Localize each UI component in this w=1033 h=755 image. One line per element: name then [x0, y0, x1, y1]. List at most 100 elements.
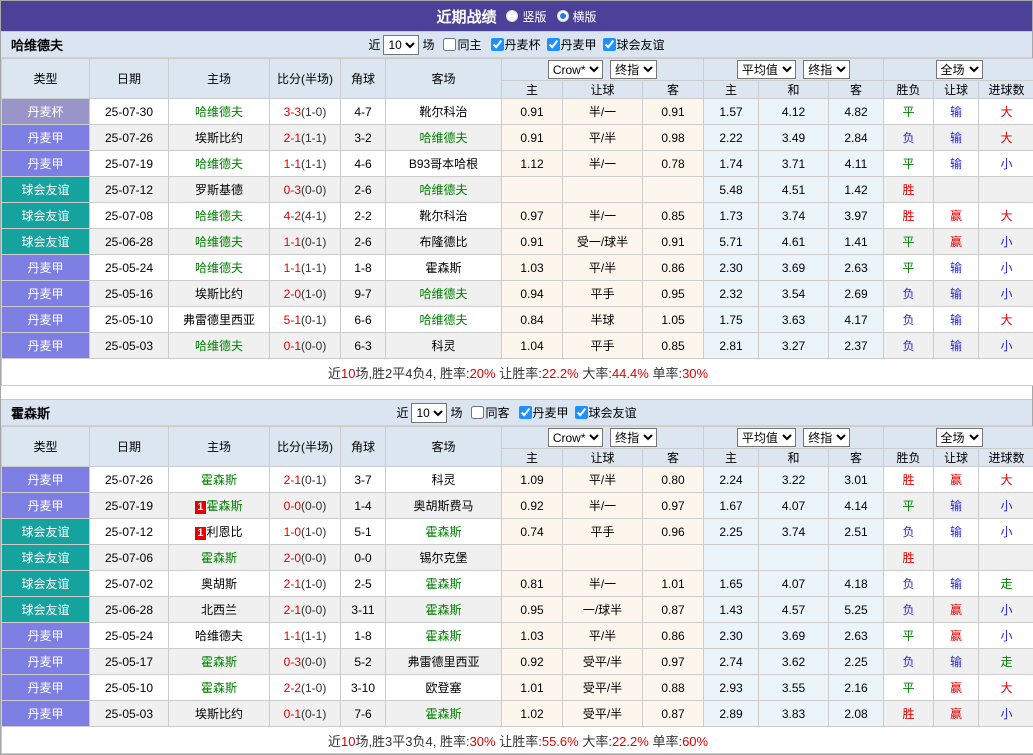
full-time-score[interactable]: 0-3 — [284, 183, 301, 197]
away-team-cell: 奥胡斯费马 — [386, 493, 502, 519]
home-team-name[interactable]: 霍森斯 — [201, 473, 237, 487]
full-time-score[interactable]: 5-1 — [284, 313, 301, 327]
away-team-name[interactable]: 霍森斯 — [425, 629, 461, 643]
home-team-name[interactable]: 北西兰 — [201, 603, 237, 617]
away-team-name[interactable]: 哈维德夫 — [419, 131, 467, 145]
home-team-cell: 霍森斯 — [169, 649, 270, 675]
league-filter[interactable]: 丹麦杯 — [485, 36, 541, 53]
layout-radio-horizontal[interactable]: 横版 — [557, 8, 597, 25]
page: 近期战绩 竖版 横版 近 10 场 同主 丹麦杯丹麦甲球会友谊 — [0, 0, 1033, 755]
league-checkbox[interactable] — [547, 38, 560, 51]
home-team-name[interactable]: 哈维德夫 — [195, 629, 243, 643]
league-checkbox[interactable] — [491, 38, 504, 51]
league-checkbox[interactable] — [575, 406, 588, 419]
same-venue-checkbox[interactable] — [443, 38, 456, 51]
away-team-name[interactable]: 欧登塞 — [425, 681, 461, 695]
home-team-name[interactable]: 霍森斯 — [201, 655, 237, 669]
away-team-name[interactable]: 锡尔克堡 — [419, 551, 467, 565]
goals-result-cell — [979, 545, 1033, 571]
away-team-name[interactable]: 哈维德夫 — [419, 183, 467, 197]
home-team-name[interactable]: 埃斯比约 — [195, 287, 243, 301]
final-odds-select-2[interactable]: 终指 — [803, 60, 850, 79]
full-time-score[interactable]: 0-1 — [284, 339, 301, 353]
same-venue-checkbox[interactable] — [471, 406, 484, 419]
crow-handicap: 半/一 — [563, 493, 643, 519]
radio-vertical-icon[interactable] — [506, 10, 518, 22]
league-checkbox[interactable] — [603, 38, 616, 51]
full-time-score[interactable]: 1-1 — [284, 235, 301, 249]
full-time-score[interactable]: 3-3 — [284, 105, 301, 119]
home-team-name[interactable]: 哈维德夫 — [195, 157, 243, 171]
away-team-name[interactable]: 科灵 — [431, 473, 455, 487]
home-team-name[interactable]: 弗雷德里西亚 — [183, 313, 255, 327]
full-time-score[interactable]: 2-1 — [284, 603, 301, 617]
home-team-name[interactable]: 利恩比 — [207, 525, 243, 539]
avg-draw-odds — [759, 545, 829, 571]
home-team-name[interactable]: 霍森斯 — [201, 551, 237, 565]
home-team-name[interactable]: 埃斯比约 — [195, 131, 243, 145]
league-filter[interactable]: 丹麦甲 — [513, 404, 569, 421]
away-team-name[interactable]: 哈维德夫 — [419, 287, 467, 301]
home-team-name[interactable]: 罗斯基德 — [195, 183, 243, 197]
home-team-name[interactable]: 霍森斯 — [201, 681, 237, 695]
full-time-score[interactable]: 1-0 — [284, 525, 301, 539]
full-time-score[interactable]: 2-0 — [284, 551, 301, 565]
away-team-name[interactable]: 霍森斯 — [425, 577, 461, 591]
score-cell: 2-1(0-1) — [270, 467, 341, 493]
away-team-cell: 锡尔克堡 — [386, 545, 502, 571]
away-team-name[interactable]: 弗雷德里西亚 — [407, 655, 479, 669]
league-filter[interactable]: 球会友谊 — [569, 404, 637, 421]
league-filter[interactable]: 球会友谊 — [597, 36, 665, 53]
away-team-name[interactable]: 霍森斯 — [425, 525, 461, 539]
full-time-score[interactable]: 1-1 — [284, 157, 301, 171]
match-count-select[interactable]: 10 — [411, 403, 447, 423]
radio-horizontal-icon[interactable] — [557, 10, 569, 22]
full-match-select[interactable]: 全场 — [936, 428, 983, 447]
final-odds-select-2[interactable]: 终指 — [803, 428, 850, 447]
home-team-name[interactable]: 埃斯比约 — [195, 707, 243, 721]
away-team-name[interactable]: 科灵 — [431, 339, 455, 353]
league-checkbox[interactable] — [519, 406, 532, 419]
away-team-name[interactable]: 霍森斯 — [425, 261, 461, 275]
average-select[interactable]: 平均值 — [737, 428, 796, 447]
home-team-name[interactable]: 哈维德夫 — [195, 339, 243, 353]
final-odds-select[interactable]: 终指 — [610, 60, 657, 79]
full-time-score[interactable]: 2-0 — [284, 287, 301, 301]
away-team-name[interactable]: 靴尔科治 — [419, 209, 467, 223]
match-count-select[interactable]: 10 — [383, 35, 419, 55]
away-team-name[interactable]: 霍森斯 — [425, 707, 461, 721]
full-match-select[interactable]: 全场 — [936, 60, 983, 79]
away-team-name[interactable]: 奥胡斯费马 — [413, 499, 473, 513]
away-team-name[interactable]: 靴尔科治 — [419, 105, 467, 119]
average-select[interactable]: 平均值 — [737, 60, 796, 79]
league-filter[interactable]: 丹麦甲 — [541, 36, 597, 53]
match-row: 丹麦甲25-05-24哈维德夫1-1(1-1)1-8霍森斯1.03平/半0.86… — [2, 623, 1033, 649]
home-team-name[interactable]: 哈维德夫 — [195, 209, 243, 223]
full-time-score[interactable]: 4-2 — [284, 209, 301, 223]
home-team-name[interactable]: 哈维德夫 — [195, 235, 243, 249]
full-time-score[interactable]: 2-1 — [284, 577, 301, 591]
home-team-name[interactable]: 奥胡斯 — [201, 577, 237, 591]
full-time-score[interactable]: 1-1 — [284, 629, 301, 643]
away-team-name[interactable]: 布隆德比 — [419, 235, 467, 249]
final-odds-select[interactable]: 终指 — [610, 428, 657, 447]
away-team-name[interactable]: B93哥本哈根 — [409, 157, 478, 171]
full-time-score[interactable]: 0-3 — [284, 655, 301, 669]
full-time-score[interactable]: 0-0 — [284, 499, 301, 513]
away-team-name[interactable]: 哈维德夫 — [419, 313, 467, 327]
full-time-score[interactable]: 2-1 — [284, 473, 301, 487]
layout-radio-vertical[interactable]: 竖版 — [506, 8, 546, 25]
full-time-score[interactable]: 0-1 — [284, 707, 301, 721]
away-team-name[interactable]: 霍森斯 — [425, 603, 461, 617]
home-team-name[interactable]: 哈维德夫 — [195, 105, 243, 119]
bookmaker-select[interactable]: Crow* — [548, 60, 603, 79]
bookmaker-select[interactable]: Crow* — [548, 428, 603, 447]
full-time-score[interactable]: 2-1 — [284, 131, 301, 145]
col-away: 客场 — [386, 427, 502, 467]
home-team-name[interactable]: 霍森斯 — [207, 499, 243, 513]
full-time-score[interactable]: 2-2 — [284, 681, 301, 695]
full-time-score[interactable]: 1-1 — [284, 261, 301, 275]
home-team-name[interactable]: 哈维德夫 — [195, 261, 243, 275]
same-venue-filter[interactable]: 同主 — [437, 36, 481, 53]
same-venue-filter[interactable]: 同客 — [465, 404, 509, 421]
